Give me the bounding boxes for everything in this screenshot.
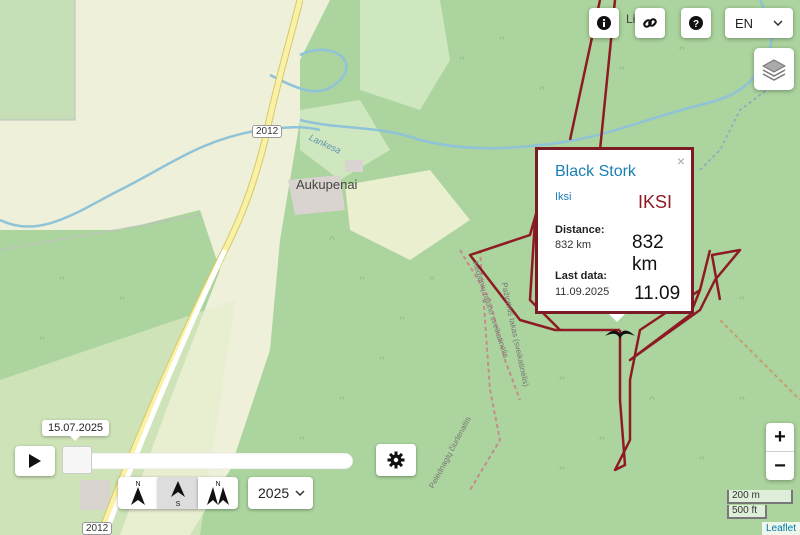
language-value: EN [735,15,754,31]
direction-both-button[interactable]: N [198,477,238,509]
timeline-slider[interactable] [63,453,353,469]
chevron-down-icon [295,490,305,496]
place-label-partial: Li [626,12,636,26]
chevron-down-icon [773,20,783,26]
popup-last-data-big: 11.09 [634,283,681,304]
popup-species-title[interactable]: Black Stork [555,163,636,181]
language-select[interactable]: EN [725,8,793,38]
place-label: Aukupenai [296,177,358,192]
zoom-in-button[interactable]: + [766,423,794,451]
popup-distance-label: Distance: [555,224,605,236]
gear-icon [387,451,405,469]
compass-s-label: S [176,501,181,507]
scale-imperial: 500 ft [727,505,767,519]
popup-last-data-value: 11.09.2025 [555,286,610,298]
attribution-link[interactable]: Leaflet [761,522,800,535]
compass-n2-label: N [215,481,220,488]
popup-bird-name-link[interactable]: Iksi [555,191,572,203]
compass-both-icon: N [207,481,229,505]
info-button[interactable] [589,8,619,38]
year-value: 2025 [258,485,290,501]
layers-button[interactable] [754,48,794,90]
compass-south-icon: S [171,481,185,507]
settings-button[interactable] [376,444,416,476]
popup-last-data-label: Last data: [555,270,607,282]
help-icon: ? [689,16,703,30]
svg-text:?: ? [693,19,699,30]
zoom-control: + − [766,423,794,480]
play-icon [29,454,41,468]
popup-tip [609,314,625,322]
link-icon [643,18,657,28]
compass-n-label: N [135,481,140,488]
road-number-label-bottom: 2012 [82,522,113,535]
timeline-slider-handle[interactable] [62,446,92,474]
timeline-date-label: 15.07.2025 [42,420,110,441]
layers-icon [761,59,787,81]
popup-distance-big: 832 km [632,232,664,275]
popup-bird-name: IKSI [638,192,673,212]
direction-south-button[interactable]: S [158,477,198,509]
scale-metric: 200 m [727,490,793,504]
popup-distance-value: 832 km [555,239,592,251]
compass-north-icon: N [131,481,145,505]
bird-info-popup: × Black Stork Iksi IKSI Distance: 832 km… [535,147,694,314]
link-button[interactable] [635,8,665,38]
popup-close-button[interactable]: × [677,153,685,169]
year-select[interactable]: 2025 [248,477,313,509]
info-icon [597,16,611,30]
help-button[interactable]: ? [681,8,711,38]
road-number-label: 2012 [252,125,283,138]
direction-north-button[interactable]: N [118,477,158,509]
play-button[interactable] [15,446,55,476]
zoom-out-button[interactable]: − [766,451,794,480]
